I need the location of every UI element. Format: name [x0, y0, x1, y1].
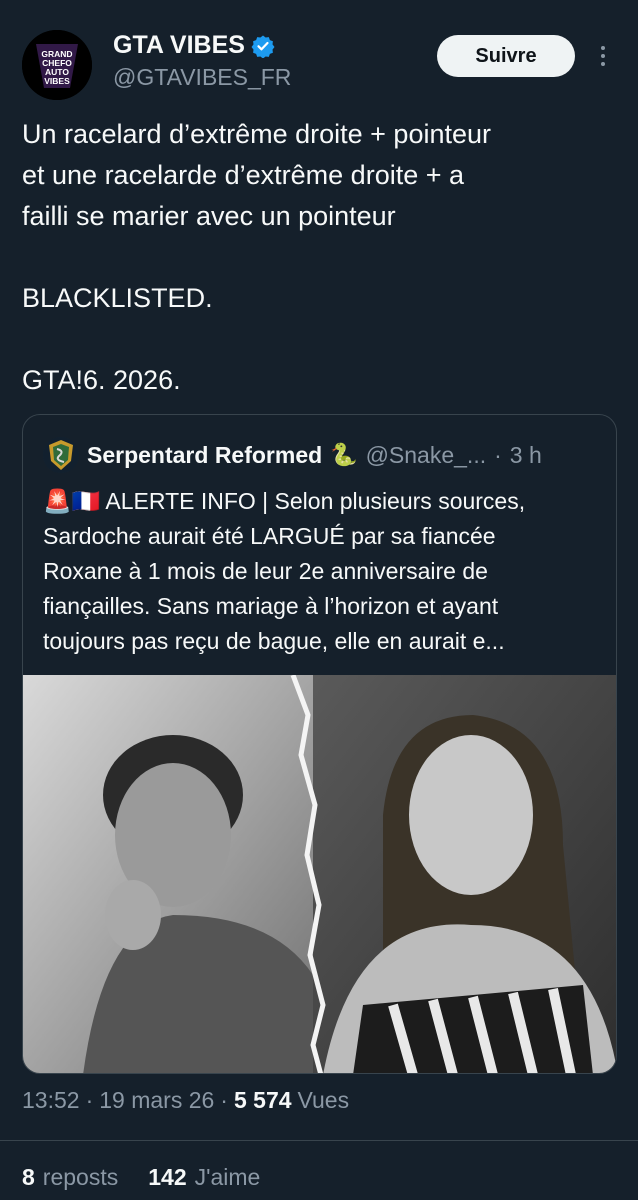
quoted-author-name[interactable]: Serpentard Reformed [87, 442, 322, 469]
svg-text:VIBES: VIBES [44, 76, 70, 86]
views-count: 5 574 [233, 1087, 292, 1113]
views-label: Vues [297, 1087, 350, 1113]
tweet-line: failli se marier avec un pointeur [22, 201, 396, 231]
tweet-stats: 8 reposts 142 J'aime [22, 1164, 260, 1191]
quoted-author-avatar[interactable] [43, 437, 79, 473]
tweet-page: GRAND CHEFO AUTO VIBES GTA VIBES @GTAVIB… [0, 0, 638, 1200]
author-display-name[interactable]: GTA VIBES [113, 31, 245, 60]
tweet-header: GRAND CHEFO AUTO VIBES GTA VIBES @GTAVIB… [0, 0, 638, 110]
tweet-time[interactable]: 13:52 [22, 1087, 80, 1114]
separator-dot: · [85, 1087, 94, 1113]
divider [0, 1140, 638, 1141]
quoted-line: toujours pas reçu de bague, elle en aura… [43, 628, 505, 654]
gta-vibes-logo: GRAND CHEFO AUTO VIBES [22, 30, 92, 100]
verified-badge-icon [251, 35, 275, 58]
quoted-line: Roxane à 1 mois de leur 2e anniversaire … [43, 558, 488, 584]
quoted-tweet-time[interactable]: 3 h [510, 442, 542, 469]
tweet-date[interactable]: 19 mars 26 [99, 1087, 214, 1114]
tweet-line: et une racelarde d’extrême droite + a [22, 160, 465, 190]
quoted-tweet-text: 🚨🇫🇷 ALERTE INFO | Selon plusieurs source… [43, 484, 603, 659]
separator-dot: · [494, 441, 502, 468]
tweet-line: GTA!6. 2026. [22, 365, 181, 395]
tweet-line: BLACKLISTED. [22, 283, 213, 313]
follow-button[interactable]: Suivre [437, 35, 575, 77]
quoted-tweet-header: Serpentard Reformed 🐍 @Snake_... · 3 h [43, 437, 542, 473]
quoted-line: fiançailles. Sans mariage à l’horizon et… [43, 593, 499, 619]
snake-emoji: 🐍 [330, 442, 358, 467]
likes-count[interactable]: 142 [148, 1164, 186, 1191]
reposts-label[interactable]: reposts [43, 1164, 118, 1191]
author-avatar[interactable]: GRAND CHEFO AUTO VIBES [22, 30, 92, 100]
tweet-meta: 13:52 · 19 mars 26 · 5 574 Vues [22, 1087, 349, 1114]
quoted-tweet-image[interactable] [23, 675, 616, 1073]
more-options-icon[interactable] [592, 40, 614, 72]
reposts-count[interactable]: 8 [22, 1164, 35, 1191]
quoted-line: 🚨🇫🇷 ALERTE INFO | Selon plusieurs source… [43, 488, 526, 514]
serpentard-crest-icon [43, 437, 79, 473]
photo-placeholder [23, 675, 616, 1073]
author-name-row[interactable]: GTA VIBES [113, 31, 275, 60]
likes-label[interactable]: J'aime [195, 1164, 261, 1191]
quoted-author-handle[interactable]: @Snake_... [366, 442, 487, 469]
separator-dot: · [220, 1087, 228, 1113]
tweet-text: Un racelard d’extrême droite + pointeur … [22, 114, 622, 401]
quoted-line: Sardoche aurait été LARGUÉ par sa fiancé… [43, 523, 496, 549]
quoted-tweet[interactable]: Serpentard Reformed 🐍 @Snake_... · 3 h 🚨… [22, 414, 617, 1074]
author-handle[interactable]: @GTAVIBES_FR [113, 64, 291, 91]
tweet-line: Un racelard d’extrême droite + pointeur [22, 119, 491, 149]
